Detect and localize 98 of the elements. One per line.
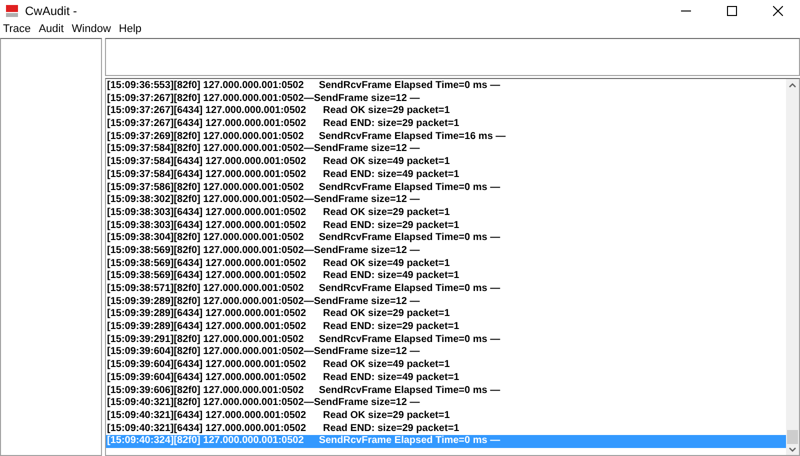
log-source: [15:09:37:584][82f0] 127.000.000.001:0502 [107, 143, 304, 156]
log-message: Read OK size=49 packet=1 [323, 258, 450, 270]
log-row[interactable]: [15:09:40:321][82f0] 127.000.000.001:0502—SendFrame size=12 — [106, 397, 786, 410]
scroll-up-icon[interactable] [789, 83, 796, 88]
log-message: —SendFrame size=12 — [304, 92, 420, 106]
log-message: —SendFrame size=12 — [304, 194, 420, 207]
log-row[interactable]: [15:09:38:303][6434] 127.000.000.001:0502 Read END: size=29 packet=1 [106, 220, 786, 232]
log-message: Read OK size=29 packet=1 [323, 410, 450, 423]
close-icon[interactable] [773, 6, 783, 16]
log-row[interactable]: [15:09:39:604][82f0] 127.000.000.001:0502—SendFrame size=12 — [106, 346, 786, 360]
log-source: [15:09:39:606][82f0] 127.000.000.001:0502 [107, 384, 304, 398]
log-source: [15:09:38:304][82f0] 127.000.000.001:0502 [107, 232, 304, 245]
log-message: Read OK size=49 packet=1 [323, 156, 450, 169]
log-message: Read OK size=29 packet=1 [323, 105, 450, 118]
log-row[interactable]: [15:09:37:267][6434] 127.000.000.001:0502 Read END: size=29 packet=1 [106, 118, 786, 131]
log-row[interactable]: [15:09:37:267][6434] 127.000.000.001:0502 Read OK size=29 packet=1 [106, 105, 786, 118]
log-message: SendRcvFrame Elapsed Time=0 ms — [318, 232, 500, 245]
log-source: [15:09:37:267][82f0] 127.000.000.001:0502 [107, 92, 304, 106]
log-source: [15:09:39:604][6434] 127.000.000.001:0502 [107, 359, 306, 372]
log-row[interactable]: [15:09:38:569][6434] 127.000.000.001:0502 Read END: size=49 packet=1 [106, 270, 786, 283]
log-source: [15:09:39:291][82f0] 127.000.000.001:0502 [107, 334, 304, 346]
log-row[interactable]: [15:09:39:289][6434] 127.000.000.001:0502 Read END: size=29 packet=1 [106, 321, 786, 334]
log-source: [15:09:40:321][6434] 127.000.000.001:0502 [107, 410, 306, 423]
log-message: SendRcvFrame Elapsed Time=0 ms — [318, 435, 500, 448]
log-row[interactable]: [15:09:39:291][82f0] 127.000.000.001:0502 SendRcvFrame Elapsed Time=0 ms — [106, 334, 786, 346]
log-source: [15:09:39:604][82f0] 127.000.000.001:0502 [107, 346, 304, 360]
menu-item[interactable]: Help [118, 20, 142, 38]
log-message: Read END: size=29 packet=1 [323, 220, 460, 232]
log-row[interactable]: [15:09:40:321][6434] 127.000.000.001:0502 Read END: size=29 packet=1 [106, 422, 786, 436]
menu-item[interactable]: Trace [3, 20, 31, 38]
log-message: Read END: size=29 packet=1 [323, 422, 460, 436]
log-message: SendRcvFrame Elapsed Time=0 ms — [318, 182, 500, 194]
log-message: SendRcvFrame Elapsed Time=0 ms — [318, 283, 500, 296]
log-message: —SendFrame size=12 — [304, 244, 420, 258]
log-source: [15:09:37:584][6434] 127.000.000.001:0502 [107, 156, 306, 169]
log-message: SendRcvFrame Elapsed Time=16 ms — [318, 130, 506, 144]
log-source: [15:09:40:324][82f0] 127.000.000.001:0502 [107, 435, 304, 448]
log-row[interactable]: [15:09:39:604][6434] 127.000.000.001:0502 Read OK size=49 packet=1 [106, 359, 786, 372]
log-row[interactable]: [15:09:37:267][82f0] 127.000.000.001:0502—SendFrame size=12 — [106, 92, 786, 106]
log-row[interactable]: [15:09:38:571][82f0] 127.000.000.001:0502 SendRcvFrame Elapsed Time=0 ms — [106, 283, 786, 296]
scroll-thumb[interactable] [787, 430, 798, 444]
log-source: [15:09:40:321][6434] 127.000.000.001:0502 [107, 422, 306, 436]
log-message: Read END: size=49 packet=1 [323, 270, 460, 284]
log-source: [15:09:36:553][82f0] 127.000.000.001:0502 [107, 80, 304, 93]
log-row[interactable]: [15:09:39:289][6434] 127.000.000.001:0502 Read OK size=29 packet=1 [106, 308, 786, 322]
menu-item[interactable]: Audit [38, 20, 64, 38]
log-source: [15:09:39:289][6434] 127.000.000.001:0502 [107, 308, 306, 322]
log-source: [15:09:39:604][6434] 127.000.000.001:0502 [107, 372, 306, 385]
log-message: —SendFrame size=12 — [304, 296, 420, 308]
log-message: SendRcvFrame Elapsed Time=0 ms — [318, 384, 500, 398]
scrollbar[interactable] [786, 79, 799, 455]
log-source: [15:09:37:267][6434] 127.000.000.001:0502 [107, 105, 306, 118]
log-source: [15:09:37:267][6434] 127.000.000.001:0502 [107, 118, 306, 131]
log-row[interactable]: [15:09:37:584][82f0] 127.000.000.001:0502—SendFrame size=12 — [106, 143, 786, 156]
log-source: [15:09:38:303][6434] 127.000.000.001:0502 [107, 206, 306, 220]
log-source: [15:09:37:586][82f0] 127.000.000.001:0502 [107, 182, 304, 194]
log-source: [15:09:38:571][82f0] 127.000.000.001:0502 [107, 283, 304, 296]
log-source: [15:09:38:569][6434] 127.000.000.001:0502 [107, 258, 306, 270]
log-row[interactable]: [15:09:37:584][6434] 127.000.000.001:0502 Read END: size=49 packet=1 [106, 168, 786, 182]
log-row[interactable]: [15:09:37:269][82f0] 127.000.000.001:0502 SendRcvFrame Elapsed Time=16 ms — [106, 130, 786, 144]
log-message: SendRcvFrame Elapsed Time=0 ms — [318, 334, 500, 346]
maximize-icon[interactable] [727, 6, 737, 16]
log-message: —SendFrame size=12 — [304, 143, 420, 156]
log-message: Read END: size=29 packet=1 [323, 118, 460, 131]
log-row[interactable]: [15:09:40:321][6434] 127.000.000.001:0502 Read OK size=29 packet=1 [106, 410, 786, 423]
log-message: Read OK size=29 packet=1 [323, 308, 450, 322]
log-source: [15:09:37:584][6434] 127.000.000.001:0502 [107, 168, 306, 182]
log-row[interactable]: [15:09:36:553][82f0] 127.000.000.001:0502 SendRcvFrame Elapsed Time=0 ms — [106, 80, 786, 93]
log-row[interactable]: [15:09:39:289][82f0] 127.000.000.001:0502—SendFrame size=12 — [106, 296, 786, 308]
log-source: [15:09:38:569][6434] 127.000.000.001:0502 [107, 270, 306, 284]
menu-item[interactable]: Window [72, 20, 111, 38]
log-message: Read END: size=49 packet=1 [323, 168, 460, 182]
log-message: Read END: size=29 packet=1 [323, 321, 460, 334]
log-source: [15:09:39:289][6434] 127.000.000.001:0502 [107, 321, 306, 334]
log-source: [15:09:37:269][82f0] 127.000.000.001:0502 [107, 130, 304, 144]
log-source: [15:09:40:321][82f0] 127.000.000.001:0502 [107, 397, 304, 410]
log-row[interactable]: [15:09:38:304][82f0] 127.000.000.001:0502 SendRcvFrame Elapsed Time=0 ms — [106, 232, 786, 245]
log-message: Read END: size=49 packet=1 [323, 372, 460, 385]
log-row[interactable]: [15:09:37:586][82f0] 127.000.000.001:0502 SendRcvFrame Elapsed Time=0 ms — [106, 182, 786, 194]
log-message: —SendFrame size=12 — [304, 397, 420, 410]
scroll-down-icon[interactable] [789, 447, 796, 452]
log-row[interactable]: [15:09:39:604][6434] 127.000.000.001:0502 Read END: size=49 packet=1 [106, 372, 786, 384]
log-message: —SendFrame size=12 — [304, 346, 420, 360]
window-title: CwAudit - [25, 3, 78, 20]
log-message: SendRcvFrame Elapsed Time=0 ms — [318, 80, 500, 93]
log-row[interactable]: [15:09:37:584][6434] 127.000.000.001:0502 Read OK size=49 packet=1 [106, 156, 786, 169]
log-message: Read OK size=49 packet=1 [323, 359, 450, 372]
log-message: Read OK size=29 packet=1 [323, 206, 450, 220]
log-row[interactable]: [15:09:38:569][82f0] 127.000.000.001:0502—SendFrame size=12 — [106, 244, 786, 258]
log-row[interactable]: [15:09:39:606][82f0] 127.000.000.001:0502 SendRcvFrame Elapsed Time=0 ms — [106, 384, 786, 398]
log-source: [15:09:38:302][82f0] 127.000.000.001:0502 [107, 194, 304, 207]
log-row[interactable]: [15:09:38:569][6434] 127.000.000.001:0502 Read OK size=49 packet=1 [106, 258, 786, 270]
log-source: [15:09:38:569][82f0] 127.000.000.001:0502 [107, 244, 304, 258]
log-row[interactable]: [15:09:38:302][82f0] 127.000.000.001:0502—SendFrame size=12 — [106, 194, 786, 207]
log-row[interactable]: [15:09:38:303][6434] 127.000.000.001:0502 Read OK size=29 packet=1 [106, 206, 786, 220]
app-logo-icon [5, 4, 19, 18]
log-source: [15:09:39:289][82f0] 127.000.000.001:0502 [107, 296, 304, 308]
log-source: [15:09:38:303][6434] 127.000.000.001:0502 [107, 220, 306, 232]
